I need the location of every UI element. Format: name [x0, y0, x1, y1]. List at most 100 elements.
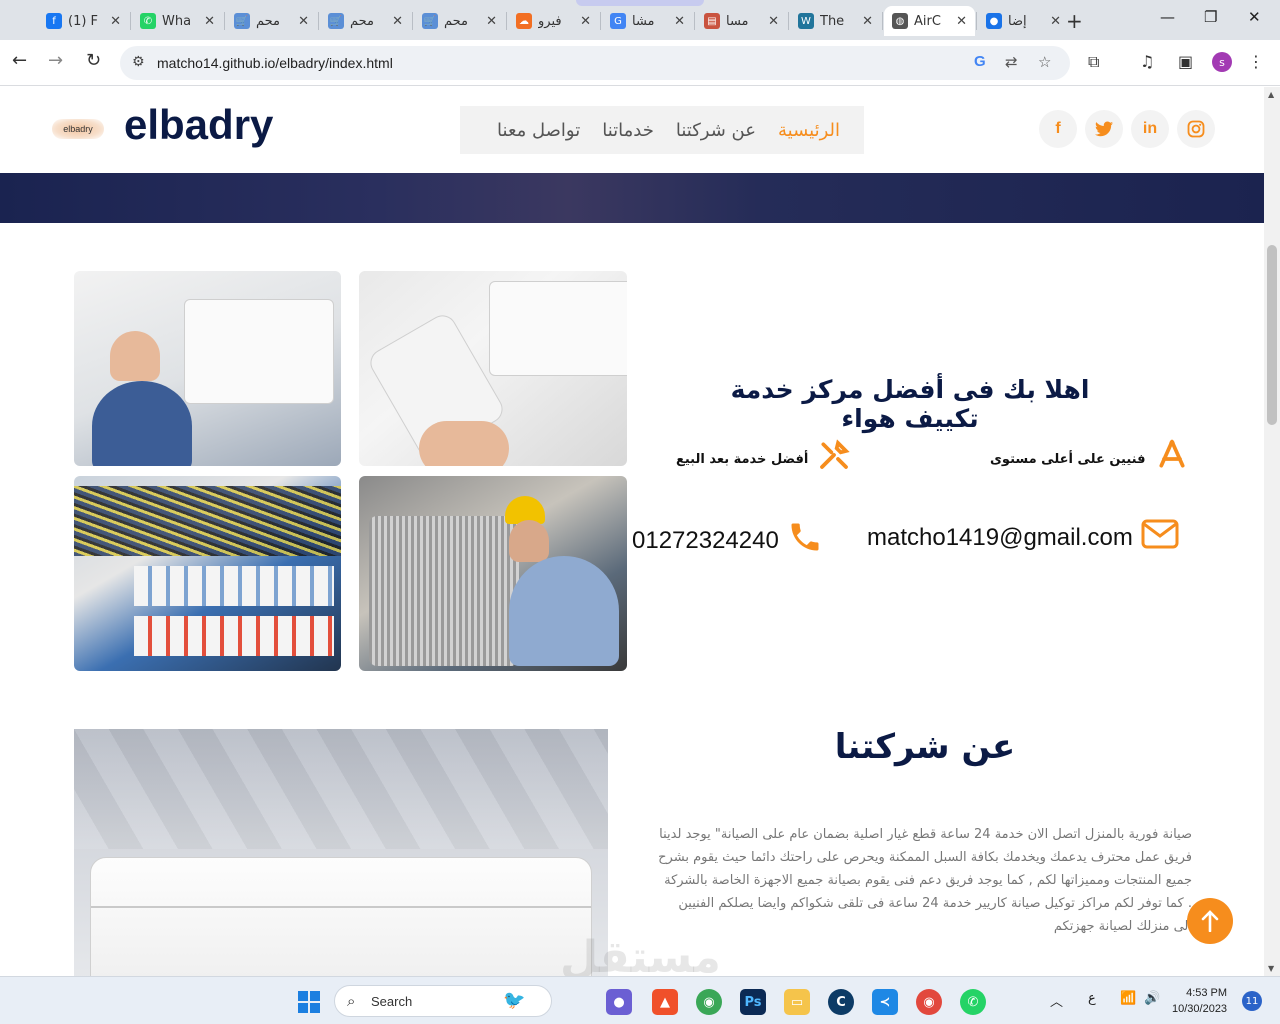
nav-about[interactable]: عن شركتنا	[676, 120, 756, 141]
twitter-icon[interactable]	[1085, 110, 1123, 148]
tab-title: مسا	[726, 13, 749, 29]
system-clock[interactable]: 4:53 PM 10/30/2023	[1172, 985, 1227, 1017]
taskbar-search[interactable]: ⌕ Search 🐦	[334, 985, 552, 1017]
browser-tab[interactable]: ● إضا ✕	[978, 6, 1069, 36]
wires	[74, 486, 341, 556]
close-tab-icon[interactable]: ✕	[580, 14, 591, 29]
url-text[interactable]: matcho14.github.io/elbadry/index.html	[157, 55, 393, 71]
soundcloud-icon: ☁	[516, 13, 532, 29]
feature-after-sales: أفضل خدمة بعد البيع	[676, 439, 850, 479]
close-tab-icon[interactable]: ✕	[110, 14, 121, 29]
extensions-icon[interactable]: ⧉	[1088, 52, 1099, 72]
forward-icon[interactable]: →	[48, 50, 63, 71]
vscode-icon[interactable]: ≺	[872, 989, 898, 1015]
close-tab-icon[interactable]: ✕	[392, 14, 403, 29]
tray-chevron-icon[interactable]: ︿	[1050, 991, 1063, 1010]
browser-tab[interactable]: ☁ فيرو ✕	[508, 6, 599, 36]
whatsapp-icon: ✆	[140, 13, 156, 29]
bookmark-star-icon[interactable]: ☆	[1038, 53, 1051, 71]
nav-home[interactable]: الرئيسية	[778, 120, 840, 141]
whatsapp-taskbar-icon[interactable]: ✆	[960, 989, 986, 1015]
scrollbar-thumb[interactable]	[1267, 245, 1277, 425]
tab-separator	[976, 12, 977, 30]
media-control-icon[interactable]: ♫	[1140, 52, 1154, 71]
translate-icon[interactable]: ⇄	[1005, 53, 1018, 71]
phone-text[interactable]: 01272324240	[632, 527, 779, 555]
worker-body	[509, 556, 619, 666]
email-text[interactable]: matcho1419@gmail.com	[867, 524, 1133, 552]
page-scrollbar[interactable]: ▲ ▼	[1264, 87, 1280, 976]
tab-separator	[412, 12, 413, 30]
windows-start-icon[interactable]	[296, 989, 322, 1015]
browser-tab[interactable]: f (1) F ✕	[38, 6, 129, 36]
minimize-button[interactable]: —	[1160, 8, 1175, 26]
chrome-icon[interactable]: ◉	[696, 989, 722, 1015]
volume-icon[interactable]: 🔊	[1144, 991, 1160, 1006]
back-icon[interactable]: ←	[12, 50, 27, 71]
close-tab-icon[interactable]: ✕	[956, 14, 967, 29]
tab-separator	[600, 12, 601, 30]
close-tab-icon[interactable]: ✕	[298, 14, 309, 29]
logo-image[interactable]: elbadry	[52, 119, 104, 139]
brave-browser-icon[interactable]: ▲	[652, 989, 678, 1015]
browser-tab[interactable]: ◍ AirC ✕	[884, 6, 975, 36]
browser-tab[interactable]: 🛒 محم ✕	[226, 6, 317, 36]
browser-tab[interactable]: ✆ Wha ✕	[132, 6, 223, 36]
feature-technicians: فنيين على أعلى مستوى	[990, 439, 1188, 479]
tab-title: إضا	[1008, 13, 1027, 29]
wifi-icon[interactable]: 📶	[1120, 991, 1136, 1006]
phone-handset-icon	[791, 523, 819, 551]
browser-tab[interactable]: G مشا ✕	[602, 6, 693, 36]
close-tab-icon[interactable]: ✕	[1050, 14, 1061, 29]
clock-date: 10/30/2023	[1172, 1003, 1228, 1015]
browser-tab[interactable]: W The ✕	[790, 6, 881, 36]
restore-button[interactable]: ❐	[1204, 8, 1217, 26]
chrome-profile-icon[interactable]: ◉	[916, 989, 942, 1015]
nav-contact[interactable]: تواصل معنا	[497, 120, 580, 141]
google-icon: G	[610, 13, 626, 29]
address-bar[interactable]: ⚙ matcho14.github.io/elbadry/index.html …	[120, 46, 1070, 80]
cart-icon: 🛒	[234, 13, 250, 29]
side-panel-icon[interactable]: ▣	[1178, 52, 1193, 71]
close-window-button[interactable]: ✕	[1248, 8, 1261, 26]
tab-separator	[788, 12, 789, 30]
contact-email[interactable]: matcho1419@gmail.com	[867, 519, 1179, 557]
nav-services[interactable]: خدماتنا	[602, 120, 654, 141]
browser-tab[interactable]: ▤ مسا ✕	[696, 6, 787, 36]
close-tab-icon[interactable]: ✕	[674, 14, 685, 29]
menu-kebab-icon[interactable]: ⋮	[1248, 52, 1264, 71]
contact-phone[interactable]: 01272324240	[632, 519, 823, 563]
close-tab-icon[interactable]: ✕	[862, 14, 873, 29]
linkedin-icon[interactable]: in	[1131, 110, 1169, 148]
tools-icon	[818, 439, 850, 479]
ac-indoor-unit	[184, 299, 334, 404]
google-lens-icon[interactable]: G	[974, 53, 986, 70]
reload-icon[interactable]: ↻	[86, 50, 101, 71]
file-explorer-icon[interactable]: ▭	[784, 989, 810, 1015]
notification-badge[interactable]: 11	[1242, 991, 1262, 1011]
close-tab-icon[interactable]: ✕	[204, 14, 215, 29]
browser-tab[interactable]: 🛒 محم ✕	[414, 6, 505, 36]
about-paragraph: صيانة فورية بالمنزل اتصل الان خدمة 24 سا…	[658, 827, 1192, 934]
chat-icon[interactable]: ●	[606, 989, 632, 1015]
scroll-up-arrow-icon[interactable]: ▲	[1268, 90, 1274, 99]
scroll-down-arrow-icon[interactable]: ▼	[1268, 964, 1274, 973]
tab-separator	[882, 12, 883, 30]
site-settings-icon[interactable]: ⚙	[132, 54, 145, 70]
close-tab-icon[interactable]: ✕	[486, 14, 497, 29]
instagram-icon[interactable]	[1177, 110, 1215, 148]
about-ac-image	[74, 729, 608, 976]
facebook-icon[interactable]: f	[1039, 110, 1077, 148]
new-tab-button[interactable]: +	[1066, 9, 1083, 33]
scroll-to-top-button[interactable]	[1187, 898, 1233, 944]
close-tab-icon[interactable]: ✕	[768, 14, 779, 29]
brand-name[interactable]: elbadry	[124, 101, 273, 149]
input-language[interactable]: ع	[1088, 991, 1096, 1006]
windows-logo-icon	[298, 991, 320, 1013]
photoshop-icon[interactable]: Ps	[740, 989, 766, 1015]
app-c-icon[interactable]: C	[828, 989, 854, 1015]
wallpaper-pattern	[74, 729, 608, 849]
profile-avatar[interactable]: s	[1212, 52, 1232, 72]
tab-title: مشا	[632, 13, 655, 29]
browser-tab[interactable]: 🛒 محم ✕	[320, 6, 411, 36]
